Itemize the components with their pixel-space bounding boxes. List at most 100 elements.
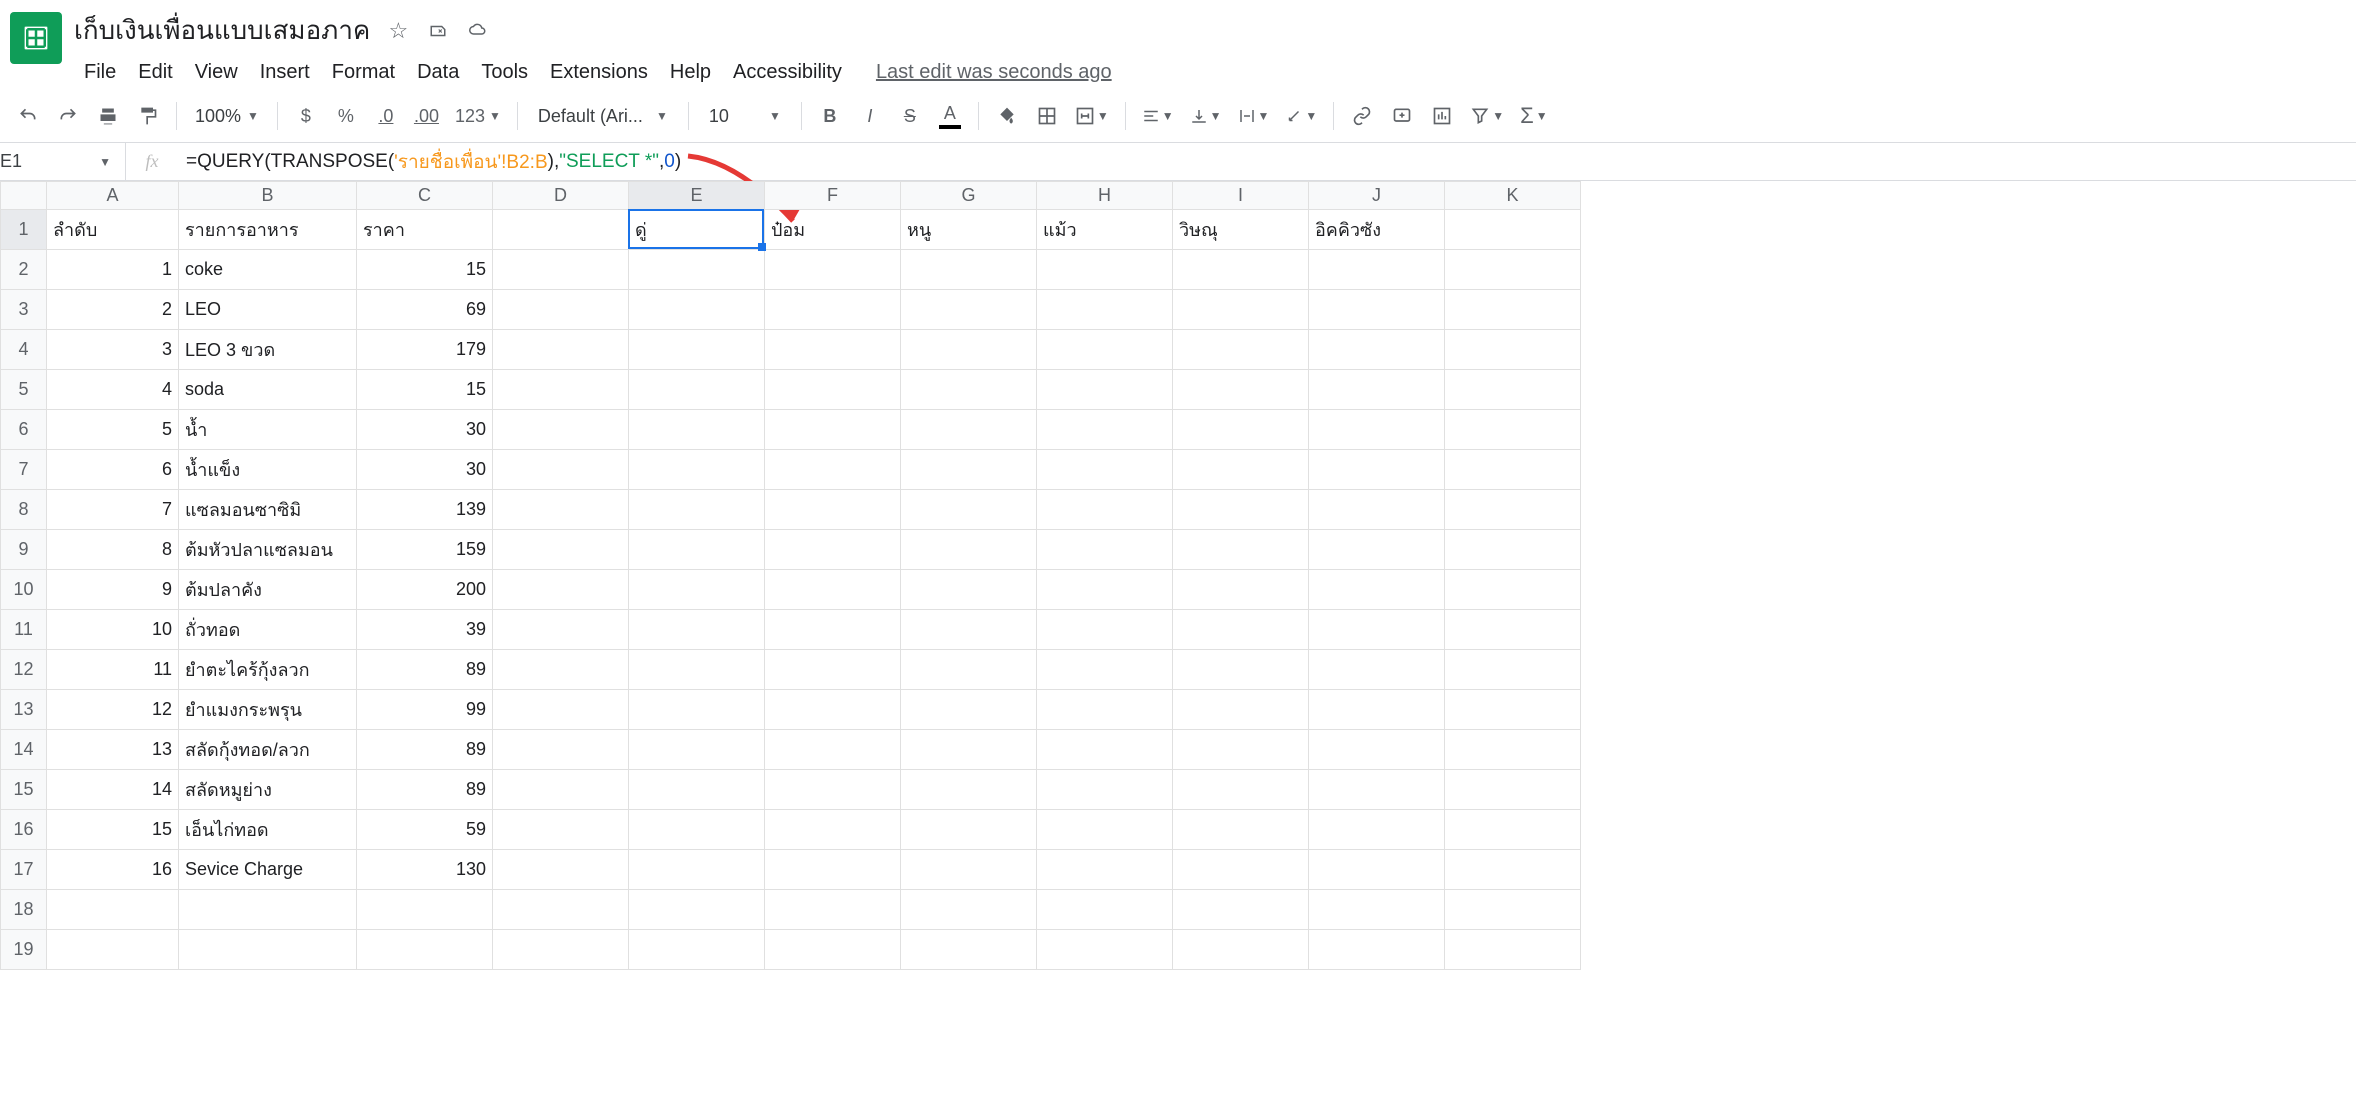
functions-button[interactable]: Σ▼ [1514, 98, 1554, 134]
cell-C9[interactable]: 159 [357, 530, 493, 570]
cell-K6[interactable] [1445, 410, 1581, 450]
cell-J19[interactable] [1309, 930, 1445, 970]
menu-insert[interactable]: Insert [250, 55, 320, 90]
cell-E5[interactable] [629, 370, 765, 410]
strikethrough-button[interactable]: S [892, 98, 928, 134]
menu-format[interactable]: Format [322, 55, 405, 90]
print-button[interactable] [90, 98, 126, 134]
cell-G13[interactable] [901, 690, 1037, 730]
text-color-button[interactable]: A [932, 98, 968, 134]
insert-chart-button[interactable] [1424, 98, 1460, 134]
cell-B15[interactable]: สลัดหมูย่าง [179, 770, 357, 810]
cell-J14[interactable] [1309, 730, 1445, 770]
cell-D5[interactable] [493, 370, 629, 410]
cell-K17[interactable] [1445, 850, 1581, 890]
currency-button[interactable]: $ [288, 98, 324, 134]
cell-F19[interactable] [765, 930, 901, 970]
cell-C17[interactable]: 130 [357, 850, 493, 890]
cell-H5[interactable] [1037, 370, 1173, 410]
cell-C2[interactable]: 15 [357, 250, 493, 290]
cell-K15[interactable] [1445, 770, 1581, 810]
cell-A11[interactable]: 10 [47, 610, 179, 650]
cell-A9[interactable]: 8 [47, 530, 179, 570]
cell-G12[interactable] [901, 650, 1037, 690]
cell-G4[interactable] [901, 330, 1037, 370]
cell-A10[interactable]: 9 [47, 570, 179, 610]
cell-K12[interactable] [1445, 650, 1581, 690]
cell-K3[interactable] [1445, 290, 1581, 330]
cell-D7[interactable] [493, 450, 629, 490]
cell-K8[interactable] [1445, 490, 1581, 530]
menu-file[interactable]: File [74, 55, 126, 90]
menu-tools[interactable]: Tools [471, 55, 538, 90]
menu-data[interactable]: Data [407, 55, 469, 90]
cell-H13[interactable] [1037, 690, 1173, 730]
borders-button[interactable] [1029, 98, 1065, 134]
cell-D12[interactable] [493, 650, 629, 690]
fill-color-button[interactable] [989, 98, 1025, 134]
cell-I14[interactable] [1173, 730, 1309, 770]
column-header-J[interactable]: J [1309, 182, 1445, 210]
cell-K13[interactable] [1445, 690, 1581, 730]
cell-A19[interactable] [47, 930, 179, 970]
sheets-logo[interactable] [10, 12, 62, 64]
cell-G2[interactable] [901, 250, 1037, 290]
cell-E7[interactable] [629, 450, 765, 490]
cell-G10[interactable] [901, 570, 1037, 610]
cell-G3[interactable] [901, 290, 1037, 330]
column-header-E[interactable]: E [629, 182, 765, 210]
cell-J6[interactable] [1309, 410, 1445, 450]
row-header-15[interactable]: 15 [1, 770, 47, 810]
cell-H9[interactable] [1037, 530, 1173, 570]
cell-F10[interactable] [765, 570, 901, 610]
cell-K7[interactable] [1445, 450, 1581, 490]
cell-A8[interactable]: 7 [47, 490, 179, 530]
cell-F11[interactable] [765, 610, 901, 650]
cell-G18[interactable] [901, 890, 1037, 930]
cell-H18[interactable] [1037, 890, 1173, 930]
menu-edit[interactable]: Edit [128, 55, 182, 90]
row-header-6[interactable]: 6 [1, 410, 47, 450]
cell-G1[interactable]: หนู [901, 210, 1037, 250]
cell-F2[interactable] [765, 250, 901, 290]
cell-H14[interactable] [1037, 730, 1173, 770]
cell-I11[interactable] [1173, 610, 1309, 650]
cell-F14[interactable] [765, 730, 901, 770]
cell-F5[interactable] [765, 370, 901, 410]
cell-I3[interactable] [1173, 290, 1309, 330]
font-size-selector[interactable]: 10▼ [699, 106, 791, 127]
cell-I18[interactable] [1173, 890, 1309, 930]
cell-G15[interactable] [901, 770, 1037, 810]
select-all-corner[interactable] [1, 182, 47, 210]
font-selector[interactable]: Default (Ari...▼ [528, 106, 678, 127]
cell-E3[interactable] [629, 290, 765, 330]
cell-F16[interactable] [765, 810, 901, 850]
cell-J2[interactable] [1309, 250, 1445, 290]
cell-E19[interactable] [629, 930, 765, 970]
cell-J17[interactable] [1309, 850, 1445, 890]
cell-J7[interactable] [1309, 450, 1445, 490]
cell-F3[interactable] [765, 290, 901, 330]
cell-H19[interactable] [1037, 930, 1173, 970]
cell-H11[interactable] [1037, 610, 1173, 650]
undo-button[interactable] [10, 98, 46, 134]
filter-button[interactable]: ▼ [1464, 98, 1510, 134]
cell-C7[interactable]: 30 [357, 450, 493, 490]
cell-E13[interactable] [629, 690, 765, 730]
cell-F9[interactable] [765, 530, 901, 570]
row-header-13[interactable]: 13 [1, 690, 47, 730]
row-header-3[interactable]: 3 [1, 290, 47, 330]
cell-D1[interactable] [493, 210, 629, 250]
row-header-19[interactable]: 19 [1, 930, 47, 970]
cell-H1[interactable]: แม้ว [1037, 210, 1173, 250]
cell-I6[interactable] [1173, 410, 1309, 450]
decrease-decimal-button[interactable]: .0 [368, 98, 404, 134]
cell-B4[interactable]: LEO 3 ขวด [179, 330, 357, 370]
cell-H6[interactable] [1037, 410, 1173, 450]
cell-K11[interactable] [1445, 610, 1581, 650]
cell-A4[interactable]: 3 [47, 330, 179, 370]
cell-K2[interactable] [1445, 250, 1581, 290]
merge-cells-button[interactable]: ▼ [1069, 98, 1115, 134]
cell-F4[interactable] [765, 330, 901, 370]
cell-D13[interactable] [493, 690, 629, 730]
